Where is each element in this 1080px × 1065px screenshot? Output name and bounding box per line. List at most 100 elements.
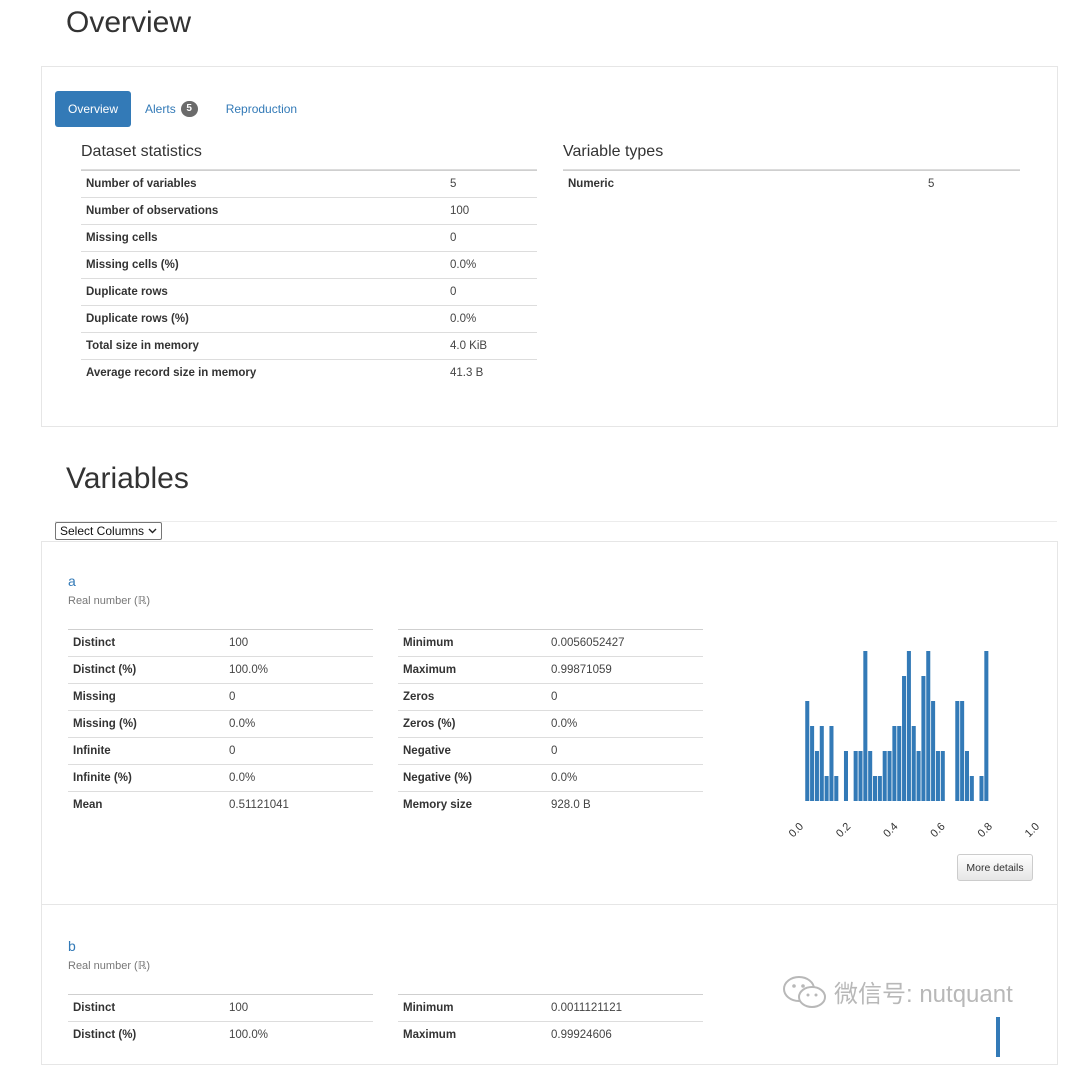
- histogram-bar: [805, 701, 810, 801]
- variable-name-link[interactable]: b: [68, 938, 76, 954]
- histogram-bar: [853, 751, 858, 801]
- stats-row: Negative 0: [398, 737, 703, 765]
- tab-reproduction[interactable]: Reproduction: [212, 91, 311, 127]
- stat-label: Infinite (%): [68, 764, 224, 792]
- histogram-tick-label: 0.0: [787, 821, 806, 840]
- stat-value: 100: [224, 994, 373, 1022]
- histogram-bar: [810, 726, 815, 801]
- stats-row: Missing cells (%) 0.0%: [81, 251, 537, 279]
- stat-value: 0: [546, 683, 703, 711]
- stat-label: Number of observations: [81, 197, 445, 225]
- variable-stats-left: Distinct 100 Distinct (%) 100.0% Missing 0 Mis…: [68, 629, 373, 818]
- histogram-bar: [834, 776, 839, 801]
- stat-value: 0.0056052427: [546, 629, 703, 657]
- stat-value: 0.0%: [546, 764, 703, 792]
- stats-row: Distinct 100: [68, 994, 373, 1022]
- stats-row: Missing 0: [68, 683, 373, 711]
- histogram-bar: [868, 751, 873, 801]
- more-details-button[interactable]: More details: [957, 854, 1033, 881]
- histogram-bar: [935, 751, 940, 801]
- tab-reproduction-label: Reproduction: [225, 102, 298, 116]
- variable-card-a: a Real number (ℝ) Distinct 100 Distinct (%…: [41, 541, 1058, 905]
- histogram-chart: 0.0 0.2 0.4 0.6 0.8 1.0: [787, 651, 1042, 840]
- variable-type: Real number (ℝ): [68, 960, 151, 972]
- stat-value: 0.99871059: [546, 656, 703, 684]
- histogram-bar: [877, 776, 882, 801]
- tab-alerts-label: Alerts: [145, 102, 176, 116]
- stat-value: 100: [224, 629, 373, 657]
- select-columns-dropdown[interactable]: Select Columns: [55, 522, 163, 540]
- variable-name-link[interactable]: a: [68, 573, 76, 589]
- tab-alerts[interactable]: Alerts 5: [131, 91, 212, 127]
- histogram-bar: [984, 651, 989, 801]
- stats-row: Maximum 0.99871059: [398, 656, 703, 684]
- stat-label: Missing (%): [68, 710, 224, 738]
- variables-divider: [55, 521, 1057, 522]
- stat-value: 0.99924606: [546, 1021, 703, 1048]
- tab-overview[interactable]: Overview: [55, 91, 132, 127]
- histogram-bar: [996, 1017, 1000, 1057]
- histogram-bar: [858, 751, 863, 801]
- histogram-bar: [887, 751, 892, 801]
- stat-value: 928.0 B: [546, 791, 703, 818]
- stat-value: 0.0%: [445, 305, 537, 333]
- histogram-bar: [902, 676, 907, 801]
- histogram-tick-label: 0.4: [881, 821, 900, 840]
- stat-label: Maximum: [398, 1021, 546, 1048]
- stats-row: Memory size 928.0 B: [398, 791, 703, 818]
- overview-panel: Overview Alerts 5 Reproduction Dataset s…: [41, 66, 1058, 427]
- stats-row: Minimum 0.0056052427: [398, 629, 703, 657]
- histogram-bar: [873, 776, 878, 801]
- histogram-tick-label: 0.8: [976, 821, 995, 840]
- histogram-bar: [911, 726, 916, 801]
- dataset-statistics-table: Number of variables 5 Number of observatio…: [81, 170, 537, 386]
- stat-value: 4.0 KiB: [445, 332, 537, 360]
- histogram-bar: [979, 776, 984, 801]
- stat-label: Minimum: [398, 994, 546, 1022]
- stats-row: Infinite (%) 0.0%: [68, 764, 373, 792]
- histogram-bar: [814, 751, 819, 801]
- histogram-bar: [960, 701, 965, 801]
- stat-value: 100.0%: [224, 656, 373, 684]
- stats-row: Duplicate rows (%) 0.0%: [81, 305, 537, 333]
- histogram-bar: [921, 676, 926, 801]
- stat-label: Distinct: [68, 994, 224, 1022]
- stat-label: Infinite: [68, 737, 224, 765]
- stats-row: Numeric 5: [563, 170, 1020, 197]
- overview-tabs: Overview Alerts 5 Reproduction: [55, 91, 311, 127]
- histogram-bar: [863, 651, 868, 801]
- histogram-bar: [906, 651, 911, 801]
- stats-row: Zeros (%) 0.0%: [398, 710, 703, 738]
- stat-label: Total size in memory: [81, 332, 445, 360]
- variable-types-table: Numeric 5: [563, 170, 1020, 197]
- stat-value: 0: [546, 737, 703, 765]
- variable-stats-left: Distinct 100 Distinct (%) 100.0%: [68, 994, 373, 1048]
- dataset-statistics-heading: Dataset statistics: [81, 143, 202, 160]
- histogram-bar: [940, 751, 945, 801]
- stat-label: Number of variables: [81, 170, 445, 198]
- stats-row: Number of variables 5: [81, 170, 537, 198]
- stats-row: Mean 0.51121041: [68, 791, 373, 818]
- histogram-bar: [819, 726, 824, 801]
- stat-label: Memory size: [398, 791, 546, 818]
- stats-row: Average record size in memory 41.3 B: [81, 359, 537, 386]
- stat-label: Negative (%): [398, 764, 546, 792]
- watermark-text: 微信号: nutquant: [834, 981, 1013, 1008]
- stats-row: Minimum 0.0011121121: [398, 994, 703, 1022]
- stat-value: 0.0011121121: [546, 994, 703, 1022]
- stat-label: Numeric: [563, 170, 923, 197]
- stat-label: Missing cells: [81, 224, 445, 252]
- variables-title: Variables: [66, 462, 189, 495]
- stat-label: Missing cells (%): [81, 251, 445, 279]
- stat-value: 0: [445, 278, 537, 306]
- stat-value: 0: [224, 737, 373, 765]
- histogram-bar: [892, 726, 897, 801]
- stat-label: Maximum: [398, 656, 546, 684]
- stat-value: 100.0%: [224, 1021, 373, 1048]
- stat-value: 0.0%: [224, 710, 373, 738]
- histogram-bar: [916, 751, 921, 801]
- stats-row: Negative (%) 0.0%: [398, 764, 703, 792]
- stat-value: 41.3 B: [445, 359, 537, 386]
- stats-row: Missing cells 0: [81, 224, 537, 252]
- chevron-down-icon: [148, 528, 157, 534]
